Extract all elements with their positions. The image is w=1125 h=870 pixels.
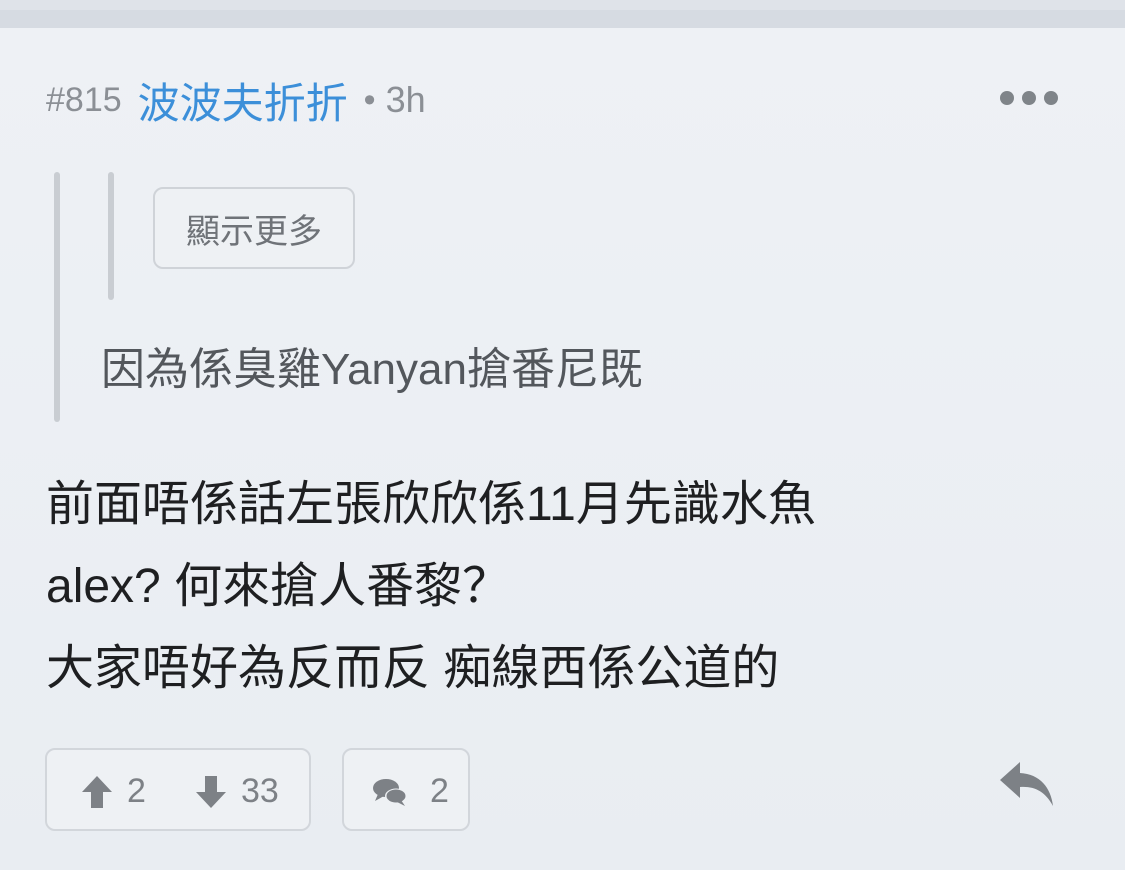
meta-separator: • [363, 80, 376, 119]
quote-bar-outer [54, 172, 60, 422]
post-body: 前面唔係話左張欣欣係11月先識水魚 alex? 何來搶人番黎？ 大家唔好為反而反… [46, 464, 1046, 710]
username-link[interactable]: 波波夫折折 [138, 70, 348, 131]
upvote-button[interactable]: 2 [81, 772, 146, 811]
downvote-button[interactable]: 33 [195, 772, 279, 811]
body-line: 前面唔係話左張欣欣係11月先識水魚 [46, 478, 816, 531]
comments-count: 2 [430, 772, 449, 810]
upvote-count: 2 [127, 772, 146, 810]
more-horizontal-icon[interactable] [1000, 88, 1058, 108]
quoted-text: 因為係臭雞Yanyan搶番尼既 [101, 345, 643, 394]
comment-bubbles-icon [373, 778, 407, 806]
post-time: 3h [385, 79, 426, 120]
top-bar [0, 0, 1125, 28]
more-dot [1000, 91, 1014, 105]
more-dot [1022, 91, 1036, 105]
body-line: 大家唔好為反而反 痴線西係公道的 [46, 642, 780, 695]
show-more-button[interactable]: 顯示更多 [153, 187, 355, 269]
reply-icon[interactable] [998, 760, 1056, 808]
post-number: #815 [46, 80, 122, 119]
body-line: alex? 何來搶人番黎？ [46, 560, 511, 613]
vote-box: 2 33 [45, 748, 311, 831]
comments-button[interactable]: 2 [372, 772, 449, 811]
top-divider [0, 10, 1125, 28]
arrow-up-icon [82, 775, 112, 808]
post-card [0, 28, 1125, 870]
downvote-count: 33 [241, 772, 279, 810]
quote-bar-inner [108, 172, 114, 300]
comments-box: 2 [342, 748, 470, 831]
more-dot [1044, 91, 1058, 105]
post-header: #815 波波夫折折 • 3h [46, 74, 426, 127]
arrow-down-icon [196, 775, 226, 808]
